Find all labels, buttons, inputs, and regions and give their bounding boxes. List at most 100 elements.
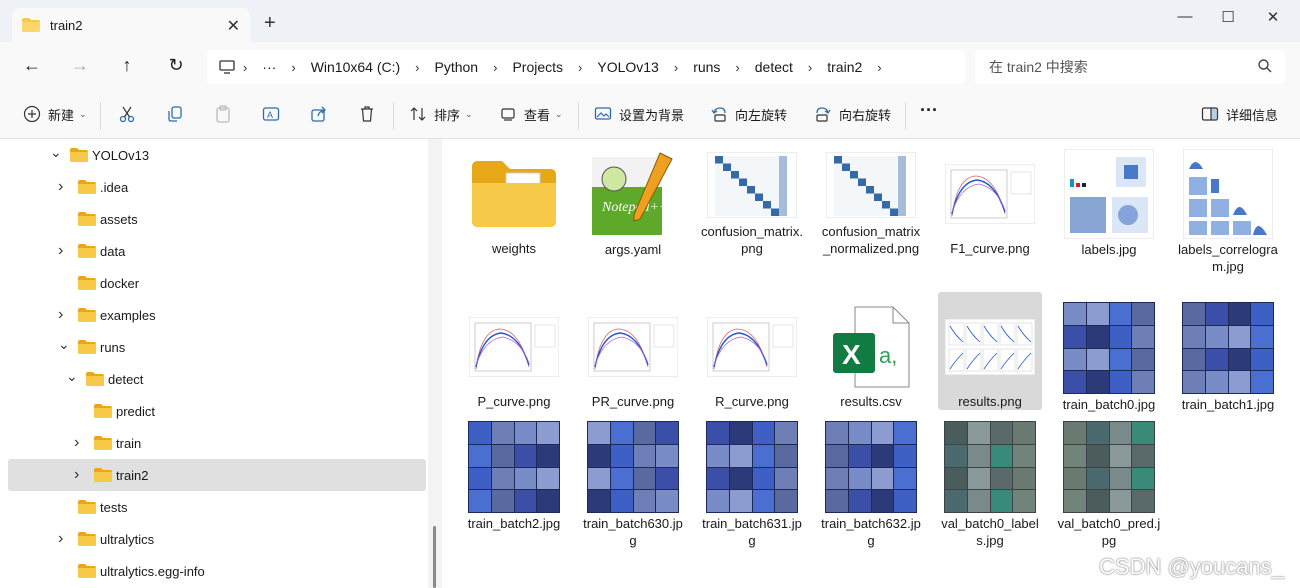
sidebar-scrollbar[interactable] <box>433 526 436 588</box>
file-item[interactable]: train_batch632.jpg <box>819 411 923 548</box>
file-name: train_batch632.jpg <box>821 516 921 548</box>
sidebar-item-tests[interactable]: tests <box>8 491 426 523</box>
breadcrumb-python[interactable]: Python <box>435 59 479 75</box>
chevron-right-icon[interactable]: › <box>58 242 63 260</box>
delete-button[interactable] <box>357 104 383 124</box>
chevron-right-icon[interactable]: › <box>578 60 582 75</box>
chevron-right-icon[interactable]: › <box>674 60 678 75</box>
breadcrumb-projects[interactable]: Projects <box>512 59 563 75</box>
rename-button[interactable]: A <box>261 104 287 124</box>
chevron-down-icon[interactable]: ⌄ <box>58 336 70 353</box>
breadcrumb-yolov13[interactable]: YOLOv13 <box>597 59 658 75</box>
rotate-right-button[interactable]: 向右旋转 <box>813 104 891 124</box>
new-button[interactable]: 新建 ⌄ <box>22 104 87 124</box>
file-item[interactable]: train_batch2.jpg <box>462 411 566 531</box>
sidebar-item-detect[interactable]: ⌄ detect <box>8 363 426 395</box>
breadcrumb-train2[interactable]: train2 <box>827 59 862 75</box>
file-item[interactable]: train_batch1.jpg <box>1176 292 1280 412</box>
chevron-right-icon[interactable]: › <box>243 60 247 75</box>
paste-button[interactable] <box>213 104 239 124</box>
chevron-right-icon[interactable]: › <box>877 60 881 75</box>
chevron-right-icon[interactable]: › <box>74 466 79 484</box>
file-item[interactable]: val_batch0_pred.jpg <box>1057 411 1161 548</box>
file-item[interactable]: weights <box>462 139 566 257</box>
file-item[interactable]: Xa, results.csv <box>819 292 923 410</box>
tab-title: train2 <box>50 17 83 33</box>
sidebar-item-runs[interactable]: ⌄ runs <box>8 331 426 363</box>
cut-button[interactable] <box>117 104 143 124</box>
share-button[interactable] <box>309 104 335 124</box>
chevron-right-icon[interactable]: › <box>291 60 295 75</box>
breadcrumb-detect[interactable]: detect <box>755 59 793 75</box>
file-item[interactable]: R_curve.png <box>700 292 804 410</box>
set-background-button[interactable]: 设置为背景 <box>593 104 684 124</box>
image-thumbnail <box>1063 302 1155 394</box>
copy-button[interactable] <box>165 104 191 124</box>
folder-icon <box>78 212 96 226</box>
sidebar-item-examples[interactable]: › examples <box>8 299 426 331</box>
pane-divider[interactable] <box>428 139 442 588</box>
sidebar-item--idea[interactable]: › .idea <box>8 171 426 203</box>
folder-icon <box>78 532 96 546</box>
sidebar-item-ultralytics[interactable]: › ultralytics <box>8 523 426 555</box>
sidebar-item-yolov13[interactable]: ⌄ YOLOv13 <box>8 139 426 171</box>
file-item[interactable]: PR_curve.png <box>581 292 685 410</box>
breadcrumb-runs[interactable]: runs <box>693 59 720 75</box>
sidebar-item-docker[interactable]: docker <box>8 267 426 299</box>
sidebar-item-predict[interactable]: predict <box>8 395 426 427</box>
new-tab-button[interactable]: + <box>264 12 276 35</box>
chevron-right-icon[interactable]: › <box>74 434 79 452</box>
chevron-right-icon[interactable]: › <box>415 60 419 75</box>
breadcrumb-drive[interactable]: Win10x64 (C:) <box>311 59 400 75</box>
file-item[interactable]: labels_correlogram.jpg <box>1176 139 1280 274</box>
file-name: R_curve.png <box>715 394 789 409</box>
file-name: train_batch631.jpg <box>702 516 802 548</box>
file-item[interactable]: results.png <box>938 292 1042 410</box>
file-item[interactable]: confusion_matrix.png <box>700 139 804 257</box>
file-item[interactable]: F1_curve.png <box>938 139 1042 257</box>
chevron-down-icon[interactable]: ⌄ <box>50 144 62 161</box>
chevron-right-icon[interactable]: › <box>493 60 497 75</box>
file-item[interactable]: confusion_matrix_normalized.png <box>819 139 923 257</box>
forward-button[interactable]: → <box>68 55 92 76</box>
details-button[interactable]: 详细信息 <box>1200 104 1278 124</box>
chevron-right-icon[interactable]: › <box>58 178 63 196</box>
maximize-button[interactable]: ☐ <box>1205 8 1251 26</box>
tab-train2[interactable]: train2 ✕ <box>12 8 250 42</box>
file-item[interactable]: P_curve.png <box>462 292 566 410</box>
more-options-button[interactable]: ··· <box>920 100 938 121</box>
sidebar-item-data[interactable]: › data <box>8 235 426 267</box>
image-thumbnail <box>944 149 1036 238</box>
chevron-right-icon[interactable]: › <box>58 530 63 548</box>
chevron-right-icon[interactable]: › <box>58 306 63 324</box>
file-item[interactable]: Notepad++ args.yaml <box>581 139 685 257</box>
up-button[interactable]: ↑ <box>115 55 139 76</box>
chevron-right-icon[interactable]: › <box>808 60 812 75</box>
image-thumbnail <box>587 421 679 513</box>
search-input[interactable]: 在 train2 中搜索 <box>975 50 1285 84</box>
sidebar-item-ultralytics-egg-info[interactable]: ultralytics.egg-info <box>8 555 426 587</box>
minimize-button[interactable]: — <box>1162 8 1208 25</box>
close-tab-icon[interactable]: ✕ <box>227 16 240 36</box>
back-button[interactable]: ← <box>20 55 44 76</box>
search-icon[interactable] <box>1257 58 1273 74</box>
sidebar-item-assets[interactable]: assets <box>8 203 426 235</box>
image-thumbnail <box>1182 302 1274 394</box>
rotate-left-button[interactable]: 向左旋转 <box>709 104 787 124</box>
sort-button[interactable]: 排序 ⌄ <box>408 104 473 124</box>
breadcrumb-more[interactable]: ··· <box>262 59 276 75</box>
chevron-down-icon[interactable]: ⌄ <box>66 368 78 385</box>
view-button[interactable]: 查看 ⌄ <box>498 104 563 124</box>
file-item[interactable]: val_batch0_labels.jpg <box>938 411 1042 548</box>
chevron-right-icon[interactable]: › <box>735 60 739 75</box>
address-bar[interactable]: › ··· › Win10x64 (C:) › Python › Project… <box>207 50 965 84</box>
file-item[interactable]: train_batch630.jpg <box>581 411 685 548</box>
file-item[interactable]: train_batch0.jpg <box>1057 292 1161 412</box>
refresh-button[interactable]: ↻ <box>164 55 188 76</box>
sidebar-item-train2[interactable]: › train2 <box>8 459 426 491</box>
file-item[interactable]: train_batch631.jpg <box>700 411 804 548</box>
close-window-button[interactable]: ✕ <box>1250 8 1296 26</box>
file-item[interactable]: labels.jpg <box>1057 139 1161 257</box>
sidebar-item-train[interactable]: › train <box>8 427 426 459</box>
sidebar-item-label: data <box>100 243 126 259</box>
